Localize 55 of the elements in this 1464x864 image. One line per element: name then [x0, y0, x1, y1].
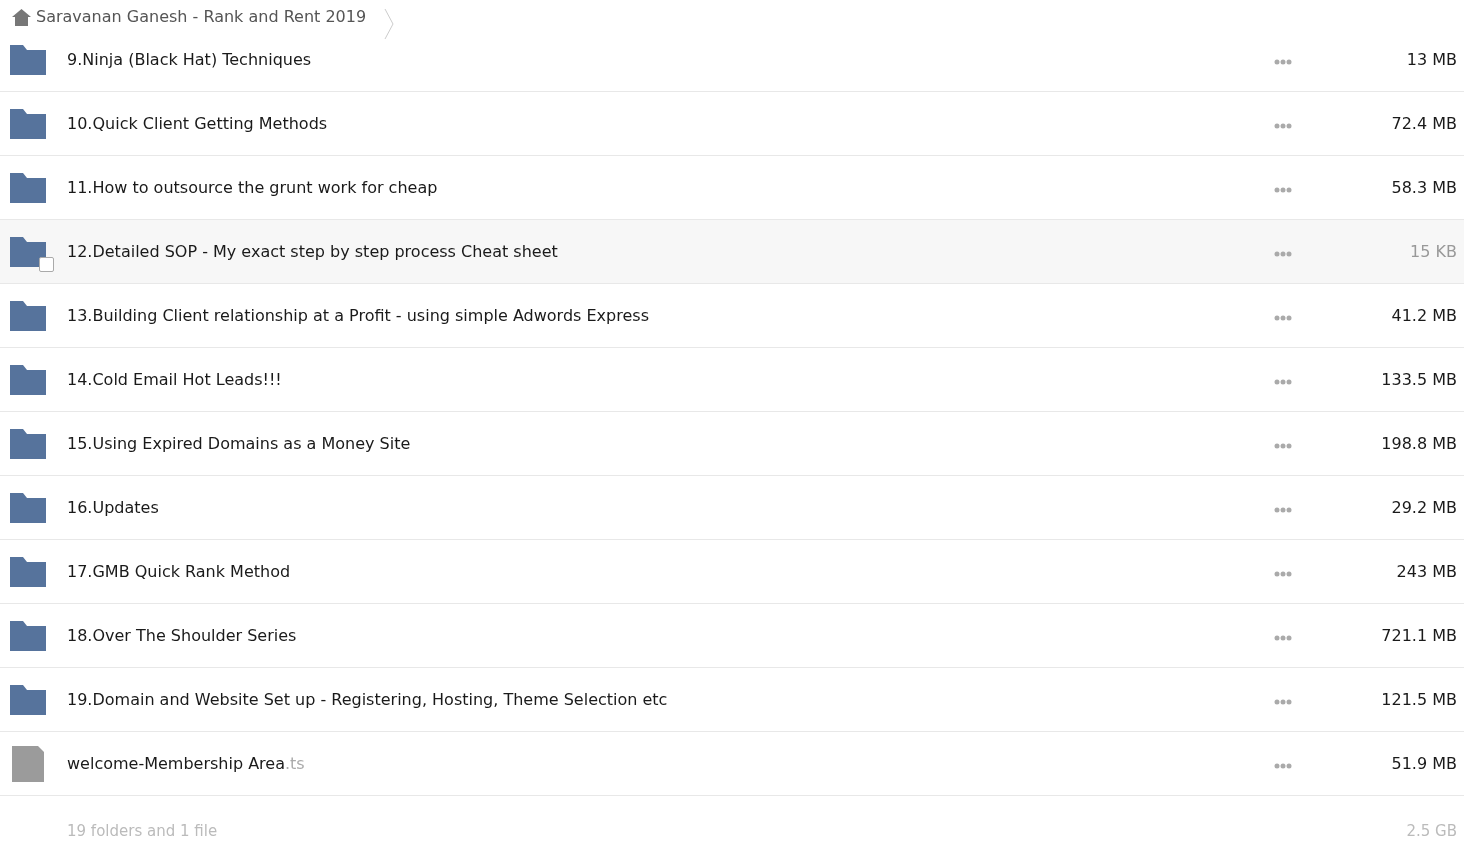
file-size: 29.2 MB	[1390, 496, 1457, 519]
more-icon[interactable]	[1274, 314, 1292, 321]
more-icon[interactable]	[1274, 762, 1292, 769]
file-size: 41.2 MB	[1390, 304, 1457, 327]
file-name[interactable]: 9.Ninja (Black Hat) Techniques	[67, 47, 312, 72]
file-size: 72.4 MB	[1390, 112, 1457, 135]
folder-icon	[10, 556, 46, 587]
file-size: 198.8 MB	[1380, 432, 1457, 455]
more-icon[interactable]	[1274, 634, 1292, 641]
file-name[interactable]: 11.How to outsource the grunt work for cheap	[67, 175, 438, 200]
folder-icon	[10, 620, 46, 651]
more-icon[interactable]	[1274, 698, 1292, 705]
file-name[interactable]: 16.Updates	[67, 495, 159, 520]
more-icon[interactable]	[1274, 442, 1292, 449]
folder-icon	[10, 300, 46, 331]
file-size: 133.5 MB	[1380, 368, 1457, 391]
file-row[interactable]: 12.Detailed SOP - My exact step by step process Cheat sheet 15 KB	[0, 220, 1464, 284]
summary-count: 19 folders and 1 file	[67, 820, 218, 842]
folder-icon	[10, 684, 46, 715]
folder-icon	[10, 44, 46, 75]
file-name[interactable]: 14.Cold Email Hot Leads!!!	[67, 367, 282, 392]
more-icon[interactable]	[1274, 570, 1292, 577]
more-icon[interactable]	[1274, 506, 1292, 513]
chevron-right-icon	[384, 8, 395, 40]
folder-icon	[10, 492, 46, 523]
breadcrumb-item[interactable]: Saravanan Ganesh - Rank and Rent 2019	[36, 6, 367, 28]
folder-icon	[10, 364, 46, 395]
more-icon[interactable]	[1274, 250, 1292, 257]
file-name[interactable]: welcome-Membership Area.ts	[67, 751, 305, 776]
more-icon[interactable]	[1274, 378, 1292, 385]
file-icon	[12, 745, 44, 782]
more-icon[interactable]	[1274, 186, 1292, 193]
more-icon[interactable]	[1274, 58, 1292, 65]
folder-icon	[10, 108, 46, 139]
file-size: 58.3 MB	[1390, 176, 1457, 199]
file-name[interactable]: 15.Using Expired Domains as a Money Site	[67, 431, 411, 456]
file-name[interactable]: 13.Building Client relationship at a Profit - using simple Adwords Express	[67, 303, 649, 328]
file-size: 121.5 MB	[1380, 688, 1457, 711]
checkbox[interactable]	[39, 256, 54, 272]
file-size: 51.9 MB	[1390, 752, 1457, 775]
file-name[interactable]: 18.Over The Shoulder Series	[67, 623, 297, 648]
file-size: 15 KB	[1409, 240, 1457, 263]
summary-total: 2.5 GB	[1406, 820, 1457, 842]
file-name[interactable]: 17.GMB Quick Rank Method	[67, 559, 291, 584]
file-name[interactable]: 19.Domain and Website Set up - Registering, Hosting, Theme Selection etc	[67, 687, 668, 712]
file-size: 243 MB	[1395, 560, 1457, 583]
file-name[interactable]: 10.Quick Client Getting Methods	[67, 111, 328, 136]
file-size: 13 MB	[1405, 48, 1457, 71]
folder-icon	[10, 172, 46, 203]
file-name[interactable]: 12.Detailed SOP - My exact step by step process Cheat sheet	[67, 239, 558, 264]
more-icon[interactable]	[1274, 122, 1292, 129]
folder-icon	[10, 428, 46, 459]
home-icon[interactable]	[12, 9, 31, 26]
folder-icon	[10, 236, 46, 267]
file-size: 721.1 MB	[1380, 624, 1457, 647]
